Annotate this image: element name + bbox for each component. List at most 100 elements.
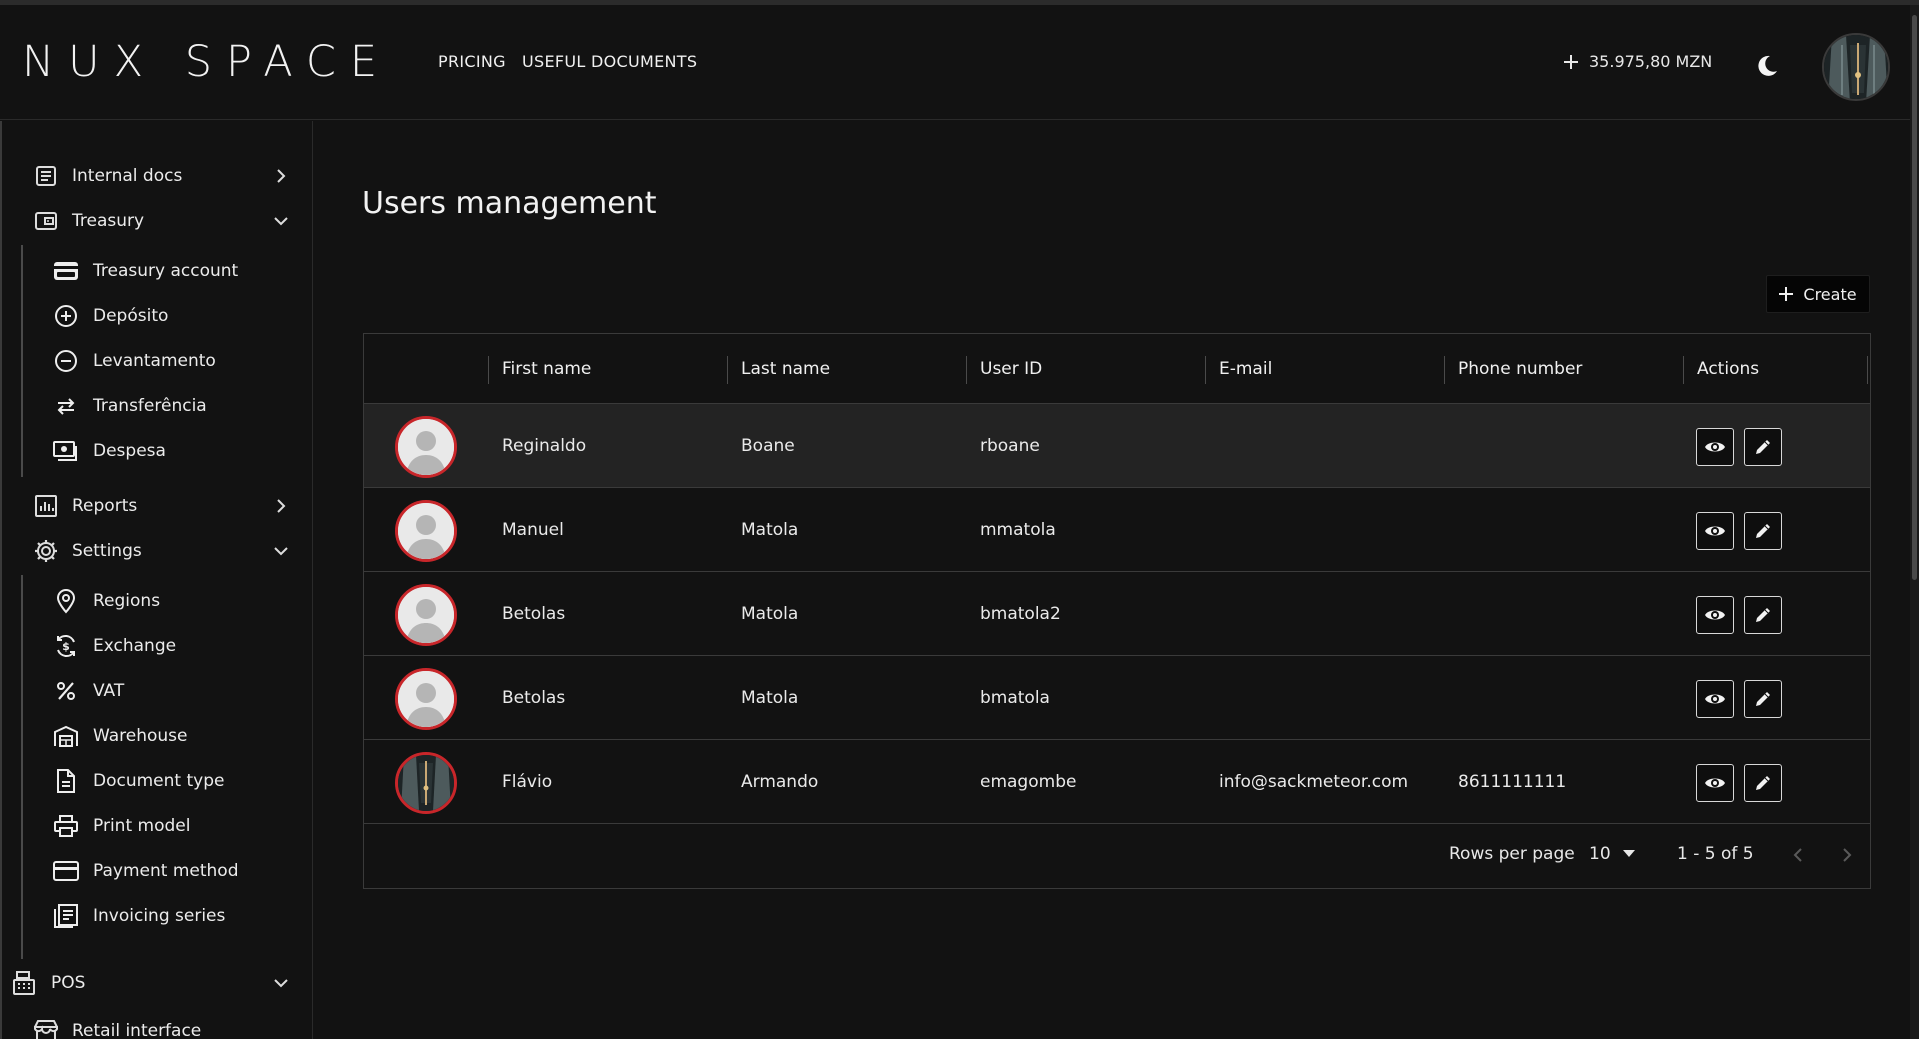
column-header-user-id[interactable]: User ID: [968, 334, 1042, 404]
sidebar-item-label: Despesa: [93, 441, 166, 461]
sidebar-item-regions[interactable]: Regions: [0, 579, 312, 623]
sidebar-item-invoicing-series[interactable]: Invoicing series: [0, 894, 312, 938]
warehouse-icon: [53, 723, 79, 749]
sidebar-item-warehouse[interactable]: Warehouse: [0, 714, 312, 758]
cell-first-name: Manuel: [502, 519, 564, 540]
edit-button[interactable]: [1744, 428, 1782, 466]
rows-per-page-select[interactable]: 10: [1589, 844, 1635, 864]
sidebar-item-payment-method[interactable]: Payment method: [0, 849, 312, 893]
eye-icon: [1704, 523, 1726, 539]
cell-email: info@sackmeteor.com: [1219, 771, 1409, 792]
column-separator: [1867, 356, 1868, 384]
view-button[interactable]: [1696, 680, 1734, 718]
eye-icon: [1704, 775, 1726, 791]
sidebar-item-document-type[interactable]: Document type: [0, 759, 312, 803]
user-avatar: [395, 584, 457, 646]
printer-icon: [53, 813, 79, 839]
table-row[interactable]: Reginaldo Boane rboane: [364, 404, 1870, 488]
sidebar-item-exchange[interactable]: $ Exchange: [0, 624, 312, 668]
sidebar-item-label: Regions: [93, 591, 161, 611]
previous-page-button[interactable]: [1785, 842, 1811, 868]
sidebar-item-label: Exchange: [93, 636, 177, 656]
cell-first-name: Reginaldo: [502, 435, 587, 456]
table-row[interactable]: Betolas Matola bmatola: [364, 656, 1870, 740]
table-header: First name Last name User ID E-mail Phon…: [364, 334, 1870, 404]
scrollbar-thumb[interactable]: [1912, 15, 1917, 580]
nav-pricing[interactable]: PRICING: [438, 52, 506, 71]
cell-user-id: rboane: [980, 435, 1040, 456]
edit-button[interactable]: [1744, 764, 1782, 802]
nav-useful-documents[interactable]: USEFUL DOCUMENTS: [522, 52, 697, 71]
column-separator: [727, 356, 728, 384]
sidebar-item-levantamento[interactable]: Levantamento: [0, 339, 312, 383]
sidebar-item-retail-interface[interactable]: Retail interface: [0, 1009, 312, 1039]
sidebar-item-label: VAT: [93, 681, 125, 701]
sidebar-item-reports[interactable]: Reports: [0, 484, 312, 528]
column-separator: [1444, 356, 1445, 384]
cell-first-name: Flávio: [502, 771, 553, 792]
create-button[interactable]: Create: [1766, 275, 1870, 313]
view-button[interactable]: [1696, 428, 1734, 466]
pencil-icon: [1754, 606, 1772, 624]
table-row[interactable]: Manuel Matola mmatola: [364, 488, 1870, 572]
next-page-button[interactable]: [1834, 842, 1860, 868]
chevron-left-icon: [1791, 847, 1805, 863]
column-header-email[interactable]: E-mail: [1207, 334, 1272, 404]
app-header: NUX SPACE PRICING USEFUL DOCUMENTS 35.97…: [0, 5, 1910, 120]
view-button[interactable]: [1696, 596, 1734, 634]
moon-icon[interactable]: [1754, 53, 1780, 79]
plus-icon: [1779, 287, 1794, 301]
column-separator: [1205, 356, 1206, 384]
sidebar-item-print-model[interactable]: Print model: [0, 804, 312, 848]
edit-button[interactable]: [1744, 680, 1782, 718]
sidebar-item-label: Transferência: [93, 396, 207, 416]
store-icon: [33, 1018, 59, 1039]
gear-icon: [33, 538, 59, 564]
sidebar-item-label: Depósito: [93, 306, 169, 326]
sidebar-item-label: Internal docs: [72, 166, 183, 186]
edit-button[interactable]: [1744, 512, 1782, 550]
chevron-right-icon: [1840, 847, 1854, 863]
sidebar-item-treasury-account[interactable]: Treasury account: [0, 249, 312, 293]
sidebar-item-pos[interactable]: POS: [0, 961, 312, 1005]
card-icon: [53, 258, 79, 284]
users-table: First name Last name User ID E-mail Phon…: [363, 333, 1871, 889]
sidebar-item-label: Treasury account: [93, 261, 239, 281]
sidebar-item-internal-docs[interactable]: Internal docs: [0, 154, 312, 198]
view-button[interactable]: [1696, 764, 1734, 802]
sidebar-item-deposito[interactable]: Depósito: [0, 294, 312, 338]
user-avatar[interactable]: [1822, 33, 1890, 101]
cell-last-name: Boane: [741, 435, 795, 456]
cell-user-id: bmatola2: [980, 603, 1061, 624]
page-scrollbar[interactable]: [1910, 5, 1919, 1039]
column-header-first-name[interactable]: First name: [490, 334, 591, 404]
sidebar-item-settings[interactable]: Settings: [0, 529, 312, 573]
app-logo[interactable]: NUX SPACE: [22, 37, 391, 87]
sidebar-item-treasury[interactable]: Treasury: [0, 199, 312, 243]
table-row[interactable]: Betolas Matola bmatola2: [364, 572, 1870, 656]
sidebar-item-vat[interactable]: VAT: [0, 669, 312, 713]
sidebar-item-despesa[interactable]: Despesa: [0, 429, 312, 473]
column-header-phone[interactable]: Phone number: [1446, 334, 1582, 404]
plus-circle-icon: [53, 303, 79, 329]
page-title: Users management: [362, 186, 657, 221]
file-icon: [53, 768, 79, 794]
table-row[interactable]: Flávio Armando emagombe info@sackmeteor.…: [364, 740, 1870, 824]
minus-circle-icon: [53, 348, 79, 374]
rows-per-page-label: Rows per page: [1449, 844, 1575, 864]
column-header-last-name[interactable]: Last name: [729, 334, 830, 404]
sidebar-item-label: Levantamento: [93, 351, 216, 371]
create-button-label: Create: [1803, 284, 1857, 304]
sidebar-item-label: Settings: [72, 541, 142, 561]
register-icon: [11, 970, 37, 996]
sidebar-item-label: Treasury: [72, 211, 145, 231]
balance-button[interactable]: 35.975,80 MZN: [1563, 52, 1712, 71]
sidebar-item-transferencia[interactable]: Transferência: [0, 384, 312, 428]
eye-icon: [1704, 691, 1726, 707]
sidebar-item-label: Print model: [93, 816, 191, 836]
plus-icon: [1563, 54, 1579, 70]
view-button[interactable]: [1696, 512, 1734, 550]
edit-button[interactable]: [1744, 596, 1782, 634]
cell-user-id: bmatola: [980, 687, 1050, 708]
sidebar: Internal docs Treasury Treasury account …: [0, 121, 313, 1039]
